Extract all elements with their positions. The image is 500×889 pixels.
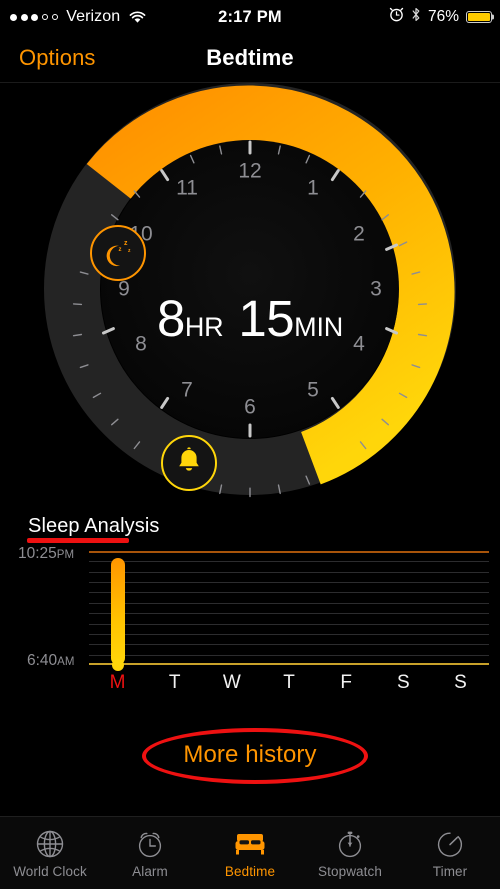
- tab-label-alarm: Alarm: [132, 863, 168, 879]
- tab-world-clock[interactable]: World Clock: [0, 817, 100, 889]
- svg-text:z: z: [124, 240, 128, 247]
- sleep-duration-readout: 8HR 15MIN: [0, 289, 500, 348]
- tab-alarm[interactable]: Alarm: [100, 817, 200, 889]
- chart-day-label: F: [340, 672, 352, 693]
- duration-hours-unit: HR: [184, 312, 224, 342]
- tab-bedtime[interactable]: Bedtime: [200, 817, 300, 889]
- bluetooth-icon: [411, 7, 421, 27]
- duration-hours: 8: [156, 290, 185, 347]
- duration-minutes-unit: MIN: [294, 312, 344, 342]
- duration-minutes: 15: [238, 290, 295, 347]
- alarm-clock-icon: [135, 828, 165, 860]
- hour-number-1: 1: [307, 177, 319, 200]
- chart-day-label: S: [454, 672, 467, 693]
- timer-icon: [435, 828, 465, 860]
- chart-bar-column: [110, 551, 125, 671]
- nav-bar: Options Bedtime: [0, 34, 500, 83]
- bedtime-dial[interactable]: 12 1 2 3 4 5 6 7 8 9 10 11 z z z 8HR 15M…: [0, 83, 500, 508]
- globe-icon: [35, 828, 65, 860]
- tab-label-timer: Timer: [432, 863, 468, 879]
- tab-bar: World Clock Alarm Bedtime Stopwatch Time…: [0, 816, 500, 889]
- tab-label-stopwatch: Stopwatch: [318, 863, 382, 879]
- more-history-ellipse-annotation: [142, 728, 368, 784]
- chart-y-axis-top-label: 10:25PM: [18, 545, 75, 562]
- page-title: Bedtime: [206, 45, 294, 70]
- chart-day-labels: MTWTFSS: [89, 672, 489, 696]
- battery-percent-label: 76%: [427, 8, 459, 25]
- hour-number-12: 12: [238, 160, 261, 183]
- chart-day-label: T: [168, 672, 181, 693]
- chart-y-axis-bottom-label: 6:40AM: [27, 652, 75, 669]
- battery-cap: [492, 14, 495, 20]
- alarm-handle[interactable]: [161, 435, 217, 491]
- battery-icon: [466, 10, 495, 24]
- sleep-analysis-underline-annotation: [27, 538, 129, 543]
- bedtime-screen: Verizon 2:17 PM 76% Options Bedtime 12 1…: [0, 0, 500, 889]
- svg-text:z: z: [119, 247, 122, 253]
- hour-number-11: 11: [176, 177, 198, 200]
- tab-timer[interactable]: Timer: [400, 817, 500, 889]
- hour-number-2: 2: [353, 223, 365, 246]
- sleep-chart-plot[interactable]: [89, 551, 489, 671]
- sleep-analysis-title: Sleep Analysis: [28, 515, 160, 537]
- alarm-clock-icon: [389, 7, 404, 27]
- chart-bar-end-dot: [111, 659, 124, 671]
- hour-number-6: 6: [244, 396, 256, 419]
- chart-day-label: M: [109, 672, 126, 693]
- chart-bars: [89, 551, 489, 671]
- tab-label-bedtime: Bedtime: [224, 863, 276, 879]
- bed-icon: [233, 828, 267, 860]
- battery-fill: [468, 13, 490, 21]
- bedtime-handle[interactable]: z z z: [90, 225, 146, 281]
- hour-number-5: 5: [307, 379, 319, 402]
- tab-label-world-clock: World Clock: [13, 863, 87, 879]
- status-bar-right: 76%: [389, 0, 495, 34]
- status-bar: Verizon 2:17 PM 76%: [0, 0, 500, 34]
- stopwatch-icon: [335, 828, 365, 860]
- chart-day-label: W: [222, 672, 241, 693]
- tab-stopwatch[interactable]: Stopwatch: [300, 817, 400, 889]
- chart-day-label: S: [396, 672, 410, 693]
- hour-number-7: 7: [181, 379, 193, 402]
- chart-day-label: T: [283, 672, 295, 693]
- chart-bar: [110, 557, 125, 665]
